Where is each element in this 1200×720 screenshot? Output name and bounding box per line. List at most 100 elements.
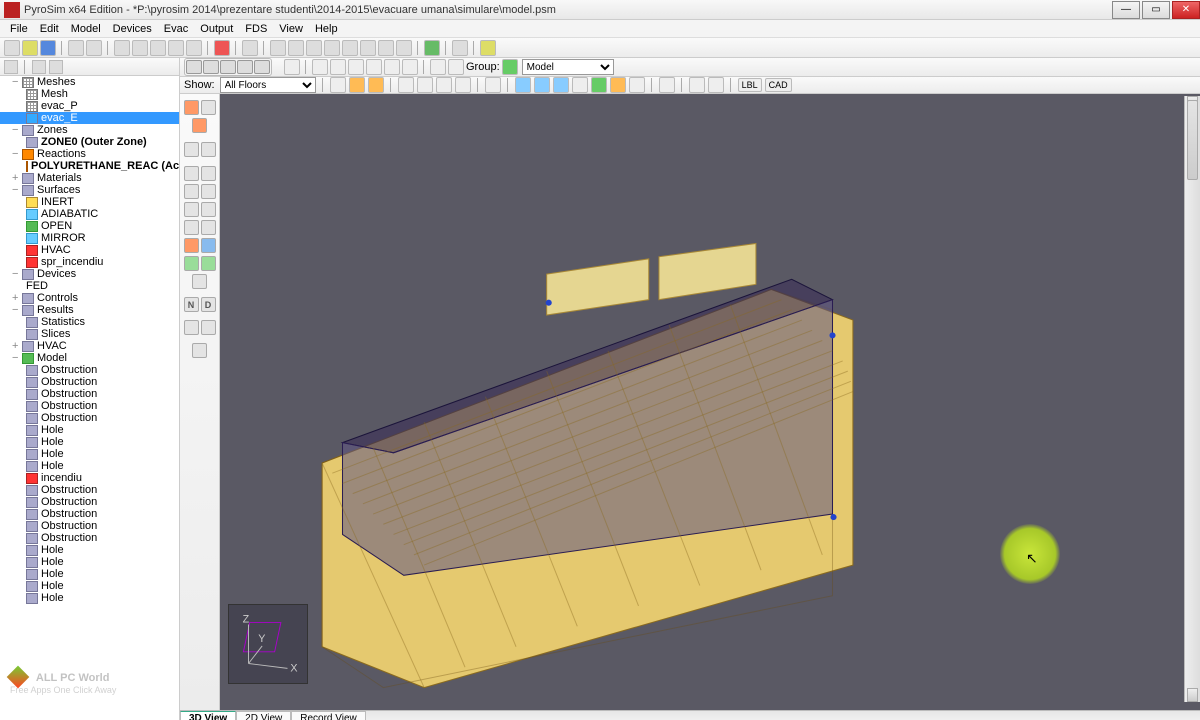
tree-node-surfaces[interactable]: −Surfaces xyxy=(0,184,179,196)
menu-output[interactable]: Output xyxy=(194,21,239,37)
tool-icon[interactable] xyxy=(201,142,216,157)
n-button[interactable]: N xyxy=(184,297,199,312)
tool-icon[interactable] xyxy=(201,202,216,217)
tool-icon[interactable] xyxy=(378,40,394,56)
show-tool-icon[interactable] xyxy=(330,77,346,93)
new-file-icon[interactable] xyxy=(4,40,20,56)
tab-3d-view[interactable]: 3D View xyxy=(180,711,236,720)
3d-viewport[interactable]: X Y Z ↖ xyxy=(220,94,1200,710)
top-icon[interactable] xyxy=(254,60,270,74)
floors-combobox[interactable]: All Floors xyxy=(220,77,316,93)
pan-icon[interactable] xyxy=(342,40,358,56)
menu-view[interactable]: View xyxy=(273,21,309,37)
show-tool-icon[interactable] xyxy=(629,77,645,93)
paste-icon[interactable] xyxy=(86,40,102,56)
snap-icon[interactable] xyxy=(448,59,464,75)
tool-icon[interactable] xyxy=(201,184,216,199)
show-tool-icon[interactable] xyxy=(515,77,531,93)
tree-item[interactable]: Statistics xyxy=(0,316,179,328)
tree-node-zones[interactable]: −Zones xyxy=(0,124,179,136)
tree-item[interactable]: Hole xyxy=(0,592,179,604)
tree-item[interactable]: POLYURETHANE_REAC (Active) xyxy=(0,160,179,172)
zoom-icon[interactable] xyxy=(306,40,322,56)
window-icon[interactable] xyxy=(242,40,258,56)
show-tool-icon[interactable] xyxy=(572,77,588,93)
cad-toggle[interactable]: CAD xyxy=(765,78,792,92)
scroll-down-icon[interactable] xyxy=(1187,688,1198,702)
window-maximize-button[interactable]: ▭ xyxy=(1142,1,1170,19)
tool-icon[interactable] xyxy=(192,343,207,358)
tree-item[interactable]: Hole xyxy=(0,544,179,556)
show-tool-icon[interactable] xyxy=(708,77,724,93)
d-button[interactable]: D xyxy=(201,297,216,312)
tree-tool-icon[interactable] xyxy=(4,60,18,74)
tree-item[interactable]: Obstruction xyxy=(0,388,179,400)
tree-item[interactable]: MIRROR xyxy=(0,232,179,244)
tool-icon[interactable] xyxy=(396,40,412,56)
pan-icon[interactable] xyxy=(384,59,400,75)
tree-item[interactable]: Hole xyxy=(0,580,179,592)
tree-item[interactable]: Hole xyxy=(0,448,179,460)
tool-icon[interactable] xyxy=(184,202,199,217)
run-icon[interactable] xyxy=(424,40,440,56)
tree-item[interactable]: ADIABATIC xyxy=(0,208,179,220)
zoom-fit-icon[interactable] xyxy=(270,40,286,56)
tool-icon[interactable] xyxy=(184,100,199,115)
scale-icon[interactable] xyxy=(348,59,364,75)
vertical-scrollbar[interactable] xyxy=(1184,96,1200,702)
tree-item[interactable]: Obstruction xyxy=(0,412,179,424)
tool-icon[interactable] xyxy=(184,184,199,199)
tool-icon[interactable] xyxy=(201,220,216,235)
orbit-icon[interactable] xyxy=(324,40,340,56)
tree-item[interactable]: Obstruction xyxy=(0,400,179,412)
scroll-thumb[interactable] xyxy=(1187,100,1198,180)
tool-icon[interactable] xyxy=(184,320,199,335)
tree-node-controls[interactable]: +Controls xyxy=(0,292,179,304)
show-tool-icon[interactable] xyxy=(368,77,384,93)
orbit-icon[interactable] xyxy=(402,59,418,75)
show-tool-icon[interactable] xyxy=(349,77,365,93)
tree-item[interactable]: Hole xyxy=(0,424,179,436)
tree-item-selected[interactable]: evac_E xyxy=(0,112,179,124)
copy-icon[interactable] xyxy=(68,40,84,56)
tree-item[interactable]: spr_incendiu xyxy=(0,256,179,268)
tree-item[interactable]: Hole xyxy=(0,460,179,472)
tool-icon[interactable] xyxy=(184,256,199,271)
window-minimize-button[interactable]: — xyxy=(1112,1,1140,19)
zoom-selection-icon[interactable] xyxy=(288,40,304,56)
open-file-icon[interactable] xyxy=(22,40,38,56)
tree-node-devices[interactable]: −Devices xyxy=(0,268,179,280)
tree-node-meshes[interactable]: −Meshes xyxy=(0,76,179,88)
tree-item[interactable]: evac_P xyxy=(0,100,179,112)
tool-icon[interactable] xyxy=(184,142,199,157)
tab-record-view[interactable]: Record View xyxy=(291,711,366,720)
select-icon[interactable] xyxy=(284,59,300,75)
tree-item[interactable]: Hole xyxy=(0,556,179,568)
show-tool-icon[interactable] xyxy=(610,77,626,93)
tree-item[interactable]: Mesh xyxy=(0,88,179,100)
lbl-toggle[interactable]: LBL xyxy=(738,78,762,92)
cut-icon[interactable] xyxy=(150,40,166,56)
tree-tool-icon[interactable] xyxy=(32,60,46,74)
tree-item[interactable]: FED xyxy=(0,280,179,292)
tree-item[interactable]: Obstruction xyxy=(0,520,179,532)
side-icon[interactable] xyxy=(237,60,253,74)
window-close-button[interactable]: ✕ xyxy=(1172,1,1200,19)
menu-edit[interactable]: Edit xyxy=(34,21,65,37)
tool-icon[interactable] xyxy=(201,166,216,181)
tree-tool-icon[interactable] xyxy=(49,60,63,74)
tool-icon[interactable] xyxy=(192,118,207,133)
perspective-icon[interactable] xyxy=(186,60,202,74)
undo-icon[interactable] xyxy=(114,40,130,56)
show-tool-icon[interactable] xyxy=(553,77,569,93)
tree-node-reactions[interactable]: −Reactions xyxy=(0,148,179,160)
menu-devices[interactable]: Devices xyxy=(107,21,158,37)
tab-2d-view[interactable]: 2D View xyxy=(236,711,291,720)
group-combobox[interactable]: Model xyxy=(522,59,614,75)
tree-item[interactable]: Hole xyxy=(0,568,179,580)
tree-node-hvac[interactable]: +HVAC xyxy=(0,340,179,352)
rotate-icon[interactable] xyxy=(330,59,346,75)
delete-icon[interactable] xyxy=(214,40,230,56)
menu-fds[interactable]: FDS xyxy=(239,21,273,37)
tool-icon[interactable] xyxy=(201,100,216,115)
